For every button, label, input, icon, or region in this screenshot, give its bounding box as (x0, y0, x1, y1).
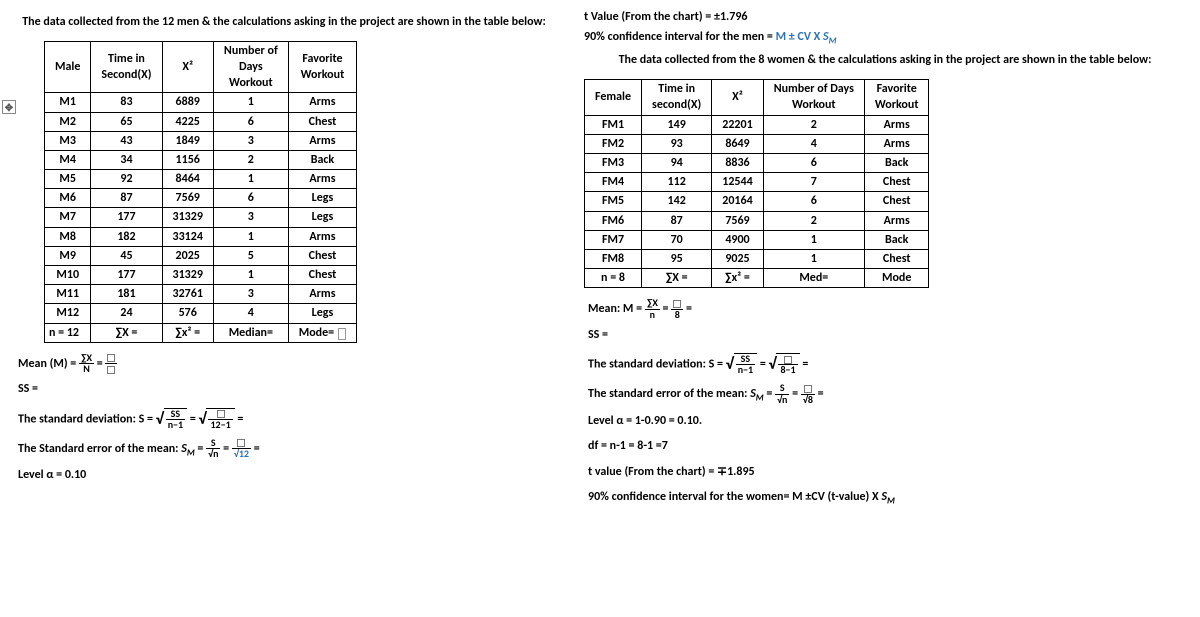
table-row: M7177313293Legs (45, 208, 357, 227)
table-summary-row: n = 12 ∑X = ∑x² = Median= Mode= (45, 323, 357, 342)
table-row: M26542256Chest (45, 112, 357, 131)
sd-formula-right: The standard deviation: S = √SSn−1 = √8−… (588, 350, 1186, 379)
col-female: Female (585, 80, 642, 115)
col-days: Number ofDaysWorkout (213, 41, 288, 93)
mean-formula-right: Mean: M = ∑Xn = 8 = (588, 298, 1186, 321)
right-heading: The data collected from the 8 women & th… (584, 52, 1186, 69)
table-row: M11181327613Arms (45, 285, 357, 304)
page-columns: The data collected from the 12 men & the… (14, 8, 1186, 514)
table-row: M43411562Back (45, 150, 357, 169)
col-time: Time insecond(X) (642, 80, 712, 115)
col-x2: X² (712, 80, 763, 115)
move-handle-icon[interactable]: ✥ (2, 100, 16, 114)
table-row: M94520255Chest (45, 246, 357, 265)
table-row: M18368891Arms (45, 93, 357, 112)
table-row: M12245764Legs (45, 304, 357, 323)
table-row: FM39488366Back (585, 153, 929, 172)
table-row: FM1149222012Arms (585, 115, 929, 134)
col-x2: X² (162, 41, 213, 93)
sem-formula-right: The standard error of the mean: SM = S√n… (588, 383, 1186, 406)
female-table: Female Time insecond(X) X² Number of Day… (584, 79, 929, 288)
table-row: M34318493Arms (45, 131, 357, 150)
table-row: FM89590251Chest (585, 249, 929, 268)
tvalue-line-right: t value (From the chart) = ∓1.895 (588, 462, 1186, 484)
table-row: M8182331241Arms (45, 227, 357, 246)
col-time: Time inSecond(X) (91, 41, 162, 93)
table-row: M68775696Legs (45, 189, 357, 208)
table-row: FM77049001Back (585, 230, 929, 249)
df-line: df = n-1 = 8-1 =7 (588, 436, 1186, 458)
table-row: FM4112125447Chest (585, 173, 929, 192)
alpha-level: Level α = 0.10 (18, 465, 554, 487)
left-heading: The data collected from the 12 men & the… (14, 14, 554, 31)
mean-formula: Mean (M) = ∑XN = (18, 353, 554, 376)
table-summary-row: n = 8 ∑X = ∑x² = Med= Mode (585, 269, 929, 288)
table-header-row: Female Time insecond(X) X² Number of Day… (585, 80, 929, 115)
ci-men-line: 90% confidence interval for the men = M … (584, 30, 1186, 46)
ss-formula-right: SS = (588, 325, 1186, 347)
table-row: M10177313291Chest (45, 266, 357, 285)
t-value-line: t Value (From the chart) = ±1.796 (584, 10, 1186, 24)
col-days: Number of DaysWorkout (763, 80, 864, 115)
table-row: M59284641Arms (45, 170, 357, 189)
text-cursor-icon (338, 328, 346, 340)
table-row: FM5142201646Chest (585, 192, 929, 211)
alpha-level-right: Level α = 1-0.90 = 0.10. (588, 411, 1186, 433)
col-fav: FavoriteWorkout (864, 80, 929, 115)
table-row: FM29386494Arms (585, 134, 929, 153)
ss-formula: SS = (18, 379, 554, 401)
table-row: FM68775692Arms (585, 211, 929, 230)
left-column: The data collected from the 12 men & the… (14, 8, 554, 514)
male-table: Male Time inSecond(X) X² Number ofDaysWo… (44, 41, 357, 343)
sem-formula: The Standard error of the mean: SM = S√n… (18, 438, 554, 461)
col-male: Male (45, 41, 91, 93)
sd-formula: The standard deviation: S = √SSn−1 = √12… (18, 405, 554, 434)
table-header-row: Male Time inSecond(X) X² Number ofDaysWo… (45, 41, 357, 93)
right-column: t Value (From the chart) = ±1.796 90% co… (584, 8, 1186, 514)
ci-women-line: 90% confidence interval for the women= M… (588, 487, 1186, 510)
col-fav: FavoriteWorkout (288, 41, 356, 93)
